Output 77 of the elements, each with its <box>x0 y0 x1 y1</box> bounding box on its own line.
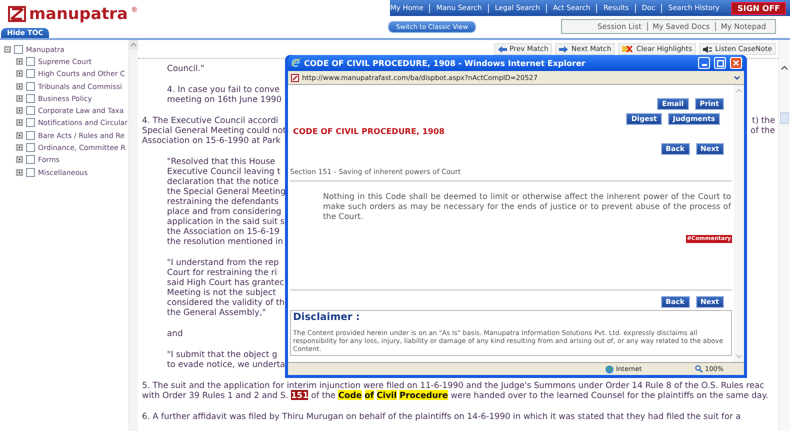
expand-icon[interactable] <box>16 82 23 90</box>
checkbox[interactable] <box>26 56 35 66</box>
document-text-line: 5. The suit and the application for interim injunction were filed on 11-6-1990 and the Judge's Summons under Order 14 Rule 8 of the O.S. Rules reac <box>142 380 764 390</box>
scrollbar-thumb[interactable] <box>780 112 789 124</box>
document-text-line: the Special General Meeting <box>167 186 286 196</box>
scrollbar[interactable] <box>128 40 138 431</box>
checkbox[interactable] <box>26 82 35 91</box>
document-text-line: considered the validity of th <box>167 297 285 307</box>
right-arrow-icon <box>559 46 568 52</box>
document-text-line: and <box>167 328 183 338</box>
checkbox[interactable] <box>26 155 35 164</box>
checkbox[interactable] <box>26 130 35 140</box>
collapse-icon[interactable] <box>4 46 11 53</box>
site-logo-icon <box>291 74 299 82</box>
act-title: CODE OF CIVIL PROCEDURE, 1908 <box>292 127 446 136</box>
checkbox[interactable] <box>26 69 35 78</box>
sign-off-button[interactable]: SIGN OFF <box>731 2 786 14</box>
expand-icon[interactable] <box>16 132 23 139</box>
document-text-line: the Association on 15-6-19 <box>167 226 280 236</box>
document-text-line: said High Court has grantec <box>167 277 284 287</box>
checkbox[interactable] <box>26 143 35 152</box>
expand-icon[interactable] <box>16 156 23 164</box>
document-text-line: 4. The Executive Council accordi <box>142 115 278 125</box>
globe-icon <box>605 364 614 374</box>
document-text-line: Special General Meeting could not <box>142 125 286 135</box>
window-title: CODE OF CIVIL PROCEDURE, 1908 - Windows Internet Explorer <box>304 58 586 68</box>
document-text-line: restraining the defendants <box>167 196 279 206</box>
document-text-line: "I understand from the rep <box>167 257 279 267</box>
close-icon <box>733 60 739 66</box>
expand-icon[interactable] <box>16 70 23 78</box>
dropdown-icon[interactable] <box>733 74 741 82</box>
document-text-line: the resolution mentioned in <box>167 236 284 246</box>
eraser-icon <box>622 45 634 53</box>
expand-icon[interactable] <box>16 119 23 126</box>
expand-icon[interactable] <box>16 58 23 65</box>
disclaimer-title: Disclaimer : <box>293 312 361 323</box>
logo-icon <box>8 6 26 22</box>
document-text-line: t) the <box>752 115 775 125</box>
magnifier-icon <box>695 365 703 373</box>
document-text-line: "Resolved that this House <box>167 156 276 166</box>
document-text-line: 6. A further affidavit was filed by Thiru Murugan on behalf of the plaintiffs on 14-6-1990 in which it was stated that they had filed the suit for a <box>142 411 741 421</box>
document-text-line: meeting on 16th June 1990 <box>167 94 282 104</box>
checkbox[interactable] <box>26 118 35 128</box>
expand-icon[interactable] <box>16 168 23 176</box>
browser-logo-icon <box>291 58 301 68</box>
minimize-icon <box>702 64 706 66</box>
document-text-line: declaration that the notice <box>167 176 279 186</box>
document-text-line: application in the said suit s <box>167 216 285 226</box>
expand-icon[interactable] <box>16 94 23 102</box>
document-text-line: Council." <box>167 63 204 73</box>
document-text-line: of the <box>750 125 775 135</box>
document-text-line: Court for restraining the ri <box>167 267 277 277</box>
document-text-line: Executive Council leaving t <box>167 166 280 176</box>
left-arrow-icon <box>498 46 507 52</box>
close-button[interactable] <box>730 57 742 69</box>
checkbox[interactable] <box>14 44 23 54</box>
minimize-button[interactable] <box>698 57 710 69</box>
document-text-line: Association on 15-6-1990 at Park <box>142 135 281 145</box>
scrollbar[interactable] <box>734 85 744 362</box>
document-text-line: place and from considering <box>167 206 282 216</box>
document-text-line: to evade notice, we underta <box>167 359 286 369</box>
document-text-line: "I submit that the object g <box>167 349 278 359</box>
document-text-line: 4. In case you fail to conve <box>167 84 280 94</box>
expand-icon[interactable] <box>16 144 23 152</box>
expand-icon[interactable] <box>16 107 23 114</box>
checkbox[interactable] <box>26 168 35 177</box>
maximize-button[interactable] <box>714 57 726 69</box>
logo-wordmark: manupatra <box>29 6 128 22</box>
scroll-up-icon[interactable] <box>780 64 789 72</box>
scroll-down-icon[interactable] <box>735 353 743 360</box>
checkbox[interactable] <box>26 106 35 116</box>
speaker-icon <box>703 46 712 52</box>
document-text-line: Meeting is not the subject <box>167 287 276 297</box>
document-text-line: the General Assembly," <box>167 307 266 317</box>
section-text: Nothing in this Code shall be deemed to limit or otherwise affect the inherent power of the Court to make such orders as may be necessary for the ends of justice or to prevent abuse of the process of the Court. <box>322 191 732 222</box>
checkbox[interactable] <box>26 94 35 103</box>
maximize-icon <box>716 60 724 66</box>
